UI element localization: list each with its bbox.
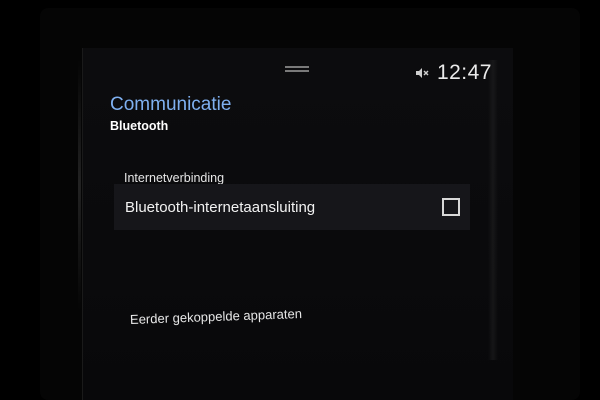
drag-handle-icon[interactable]: [285, 66, 309, 72]
bezel-glare: [78, 60, 81, 310]
page-title: Communicatie: [110, 94, 232, 115]
page-subtitle: Bluetooth: [110, 119, 169, 133]
speaker-muted-icon: [415, 66, 429, 80]
photo-frame: 12:47 Communicatie Bluetooth Internetver…: [0, 0, 600, 400]
status-bar: 12:47: [400, 58, 492, 88]
bluetooth-internet-row[interactable]: Bluetooth-internetaansluiting: [114, 184, 470, 230]
bezel-edge: [488, 60, 498, 360]
clock: 12:47: [436, 61, 492, 84]
setting-label: Bluetooth-internetaansluiting: [125, 198, 316, 216]
section-header-internet: Internetverbinding: [124, 171, 225, 185]
bluetooth-internet-checkbox[interactable]: [442, 198, 460, 216]
